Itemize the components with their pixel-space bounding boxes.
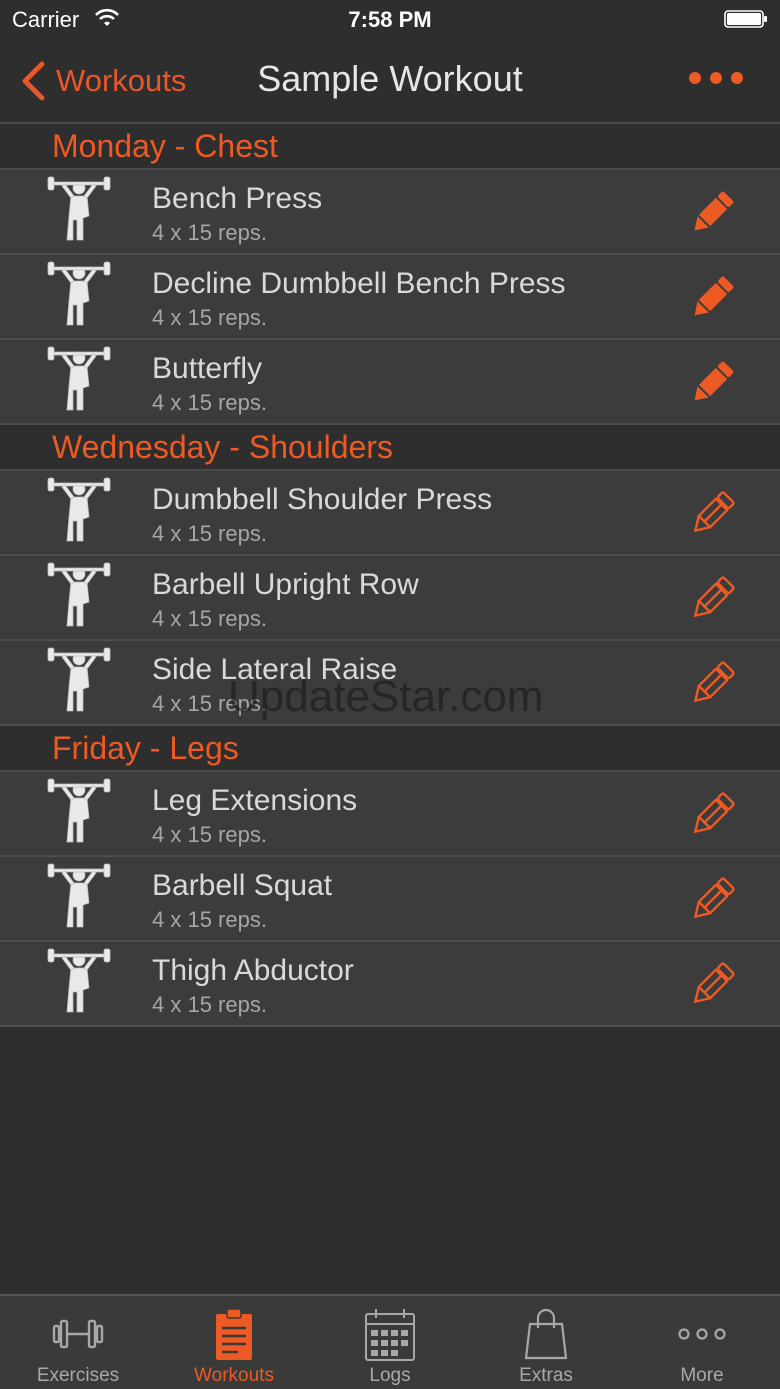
exercise-name: Barbell Upright Row — [152, 568, 419, 601]
dumbbell-icon — [50, 1306, 106, 1362]
exercise-name: Side Lateral Raise — [152, 653, 398, 686]
exercise-illustration — [42, 477, 116, 549]
exercise-illustration — [42, 176, 116, 248]
navigation-bar: Workouts Sample Workout — [0, 40, 780, 124]
exercise-illustration — [42, 948, 116, 1020]
exercise-row[interactable]: Bench Press 4 x 15 reps. — [0, 170, 780, 255]
exercise-sets-reps: 4 x 15 reps. — [152, 305, 267, 330]
tab-label: Logs — [369, 1365, 411, 1386]
edit-pencil-icon[interactable] — [688, 489, 738, 537]
tab-workouts[interactable]: Workouts — [156, 1296, 312, 1389]
exercise-sets-reps: 4 x 15 reps. — [152, 521, 267, 546]
clipboard-icon — [206, 1306, 262, 1362]
exercise-name: Leg Extensions — [152, 784, 358, 817]
tab-label: Workouts — [194, 1365, 274, 1386]
exercise-row[interactable]: Side Lateral Raise 4 x 15 reps. — [0, 641, 780, 726]
tab-logs[interactable]: Logs — [312, 1296, 468, 1389]
calendar-icon — [362, 1306, 418, 1362]
exercise-illustration — [42, 562, 116, 634]
exercise-name: Dumbbell Shoulder Press — [152, 483, 493, 516]
exercise-row[interactable]: Barbell Upright Row 4 x 15 reps. — [0, 556, 780, 641]
edit-pencil-icon[interactable] — [688, 273, 738, 321]
section-header: Monday - Chest — [0, 124, 780, 170]
exercise-sets-reps: 4 x 15 reps. — [152, 390, 267, 415]
edit-pencil-icon[interactable] — [688, 790, 738, 838]
edit-pencil-icon[interactable] — [688, 574, 738, 622]
edit-pencil-icon[interactable] — [688, 659, 738, 707]
battery-icon — [724, 10, 767, 28]
exercise-name: Bench Press — [152, 182, 323, 215]
exercise-row[interactable]: Leg Extensions 4 x 15 reps. — [0, 772, 780, 857]
exercise-row[interactable]: Thigh Abductor 4 x 15 reps. — [0, 942, 780, 1027]
tab-extras[interactable]: Extras — [468, 1296, 624, 1389]
exercise-sets-reps: 4 x 15 reps. — [152, 691, 267, 716]
exercise-row[interactable]: Butterfly 4 x 15 reps. — [0, 340, 780, 425]
edit-pencil-icon[interactable] — [688, 188, 738, 236]
page-title: Sample Workout — [257, 58, 523, 99]
tab-bar: Exercises Workouts Logs Extras More — [0, 1294, 780, 1389]
exercise-name: Barbell Squat — [152, 869, 333, 902]
clock: 7:58 PM — [348, 7, 432, 32]
shopping-bag-icon — [518, 1306, 574, 1362]
edit-pencil-icon[interactable] — [688, 358, 738, 406]
more-dots-icon — [674, 1306, 730, 1362]
exercise-sets-reps: 4 x 15 reps. — [152, 907, 267, 932]
exercise-name: Thigh Abductor — [152, 954, 354, 987]
tab-more[interactable]: More — [624, 1296, 780, 1389]
exercise-sets-reps: 4 x 15 reps. — [152, 822, 267, 847]
more-options-icon[interactable] — [688, 70, 744, 86]
exercise-illustration — [42, 778, 116, 850]
exercise-name: Butterfly — [152, 352, 263, 385]
exercise-sets-reps: 4 x 15 reps. — [152, 606, 267, 631]
section-header: Friday - Legs — [0, 726, 780, 772]
workout-list: Monday - Chest Bench Press 4 x 15 reps. Dec… — [0, 124, 780, 1027]
tab-label: More — [680, 1365, 724, 1386]
exercise-illustration — [42, 647, 116, 719]
exercise-row[interactable]: Barbell Squat 4 x 15 reps. — [0, 857, 780, 942]
exercise-illustration — [42, 346, 116, 418]
exercise-row[interactable]: Dumbbell Shoulder Press 4 x 15 reps. — [0, 471, 780, 556]
exercise-sets-reps: 4 x 15 reps. — [152, 992, 267, 1017]
exercise-illustration — [42, 261, 116, 333]
tab-exercises[interactable]: Exercises — [0, 1296, 156, 1389]
tab-label: Exercises — [36, 1365, 120, 1386]
exercise-illustration — [42, 863, 116, 935]
exercise-name: Decline Dumbbell Bench Press — [152, 267, 566, 300]
section-header: Wednesday - Shoulders — [0, 425, 780, 471]
status-bar: Carrier 7:58 PM — [0, 0, 780, 40]
exercise-row[interactable]: Decline Dumbbell Bench Press 4 x 15 reps. — [0, 255, 780, 340]
tab-label: Extras — [519, 1365, 573, 1386]
edit-pencil-icon[interactable] — [688, 875, 738, 923]
exercise-sets-reps: 4 x 15 reps. — [152, 220, 267, 245]
edit-pencil-icon[interactable] — [688, 960, 738, 1008]
